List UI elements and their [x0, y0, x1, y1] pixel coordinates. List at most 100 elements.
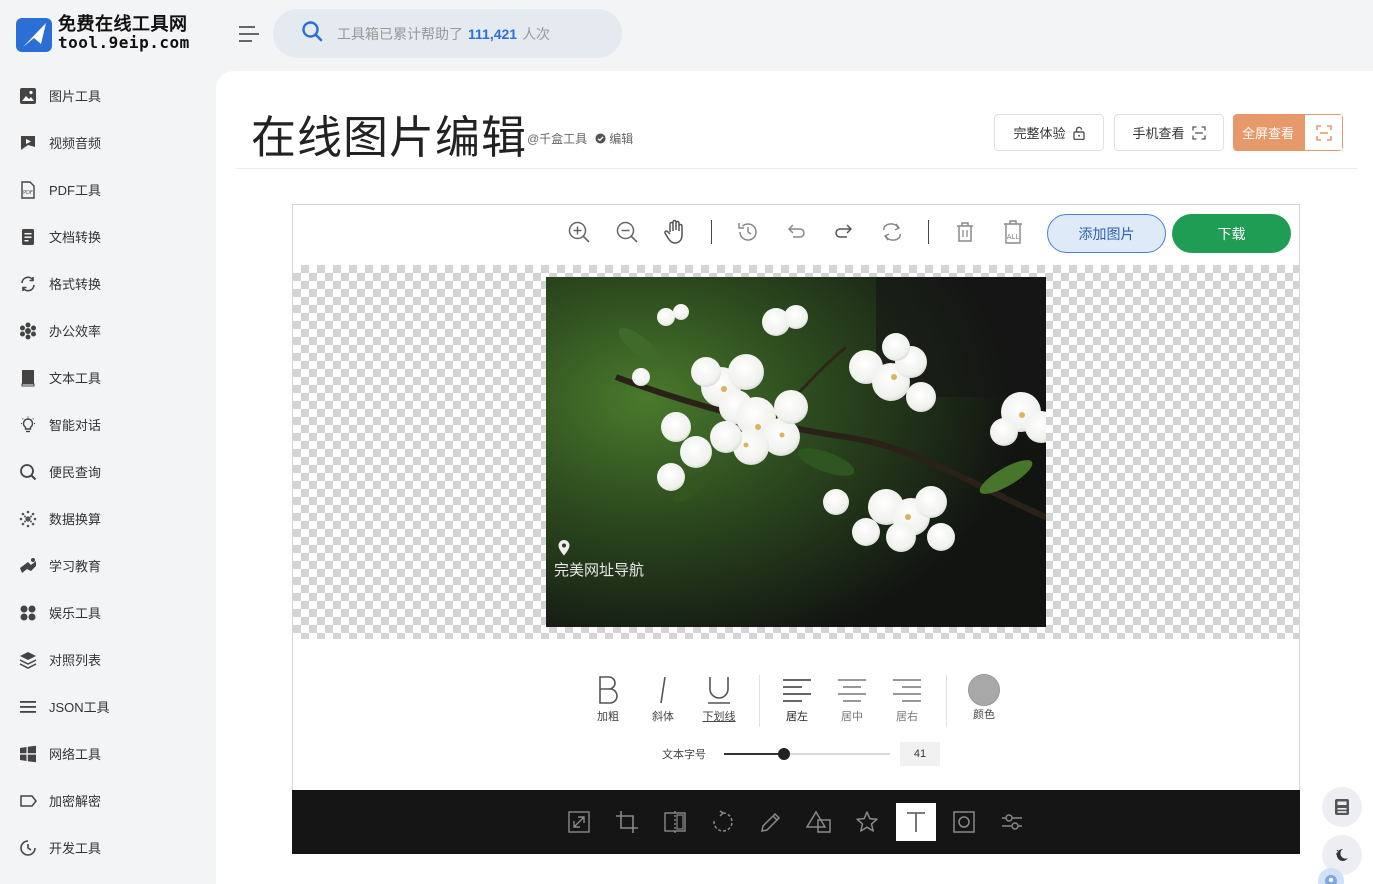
editor-toolbar: ALL 添加图片 下载 [293, 205, 1299, 265]
sidebar-item[interactable]: 格式转换 [0, 260, 216, 307]
logo-mark-icon [14, 14, 54, 54]
sidebar-item[interactable]: 娱乐工具 [0, 589, 216, 636]
italic-icon [643, 675, 683, 705]
search-bar[interactable]: 工具箱已累计帮助了 111,421 人次 [273, 9, 622, 58]
delete-all-icon[interactable]: ALL [999, 218, 1027, 246]
sidebar-item-label: 便民查询 [49, 465, 102, 480]
sidebar-item[interactable]: 数据换算 [0, 495, 216, 542]
underline-label: 下划线 [702, 711, 736, 723]
star-icon[interactable] [847, 803, 887, 841]
scan-icon [1191, 125, 1206, 140]
sidebar-item[interactable]: JSON工具 [0, 683, 216, 730]
fullscreen-button[interactable]: 全屏查看 [1233, 114, 1343, 151]
logo-url: tool.9eip.com [58, 33, 190, 53]
align-left-button[interactable]: 居左 [777, 675, 817, 724]
toolbar-separator [928, 220, 929, 244]
site-logo[interactable]: 免费在线工具网 tool.9eip.com [14, 12, 204, 56]
font-size-label: 文本字号 [662, 749, 706, 761]
delete-icon[interactable] [951, 218, 979, 246]
rotate-icon[interactable] [703, 803, 743, 841]
sidebar-item[interactable]: 文本工具 [0, 354, 216, 401]
full-experience-button[interactable]: 完整体验 [994, 114, 1104, 151]
resize-icon[interactable] [559, 803, 599, 841]
svg-text:ALL: ALL [1007, 233, 1020, 241]
undo-icon[interactable] [782, 218, 810, 246]
draw-icon[interactable] [751, 803, 791, 841]
sidebar-item-label: 学习教育 [49, 559, 102, 574]
italic-button[interactable]: 斜体 [643, 675, 683, 724]
sidebar-item[interactable]: 文档转换 [0, 213, 216, 260]
education-icon [18, 556, 38, 576]
history-icon[interactable] [734, 218, 762, 246]
calculator-icon[interactable] [1322, 787, 1362, 827]
sidebar-item[interactable]: 办公效率 [0, 307, 216, 354]
sidebar-item[interactable]: 加密解密 [0, 777, 216, 824]
list-icon [18, 697, 38, 717]
edit-link[interactable]: 编辑 [595, 130, 633, 147]
bulb-icon [18, 415, 38, 435]
sidebar-item[interactable]: 学习教育 [0, 542, 216, 589]
text-tools-separator [759, 675, 760, 727]
reset-icon[interactable] [878, 218, 906, 246]
edit-label: 编辑 [609, 132, 634, 146]
sidebar-item-label: 文档转换 [49, 230, 102, 245]
mobile-view-button[interactable]: 手机查看 [1114, 114, 1224, 151]
header-divider [236, 168, 1357, 169]
sidebar-item-label: 加密解密 [49, 794, 102, 809]
underline-button[interactable]: 下划线 [699, 675, 739, 724]
data-icon [18, 509, 38, 529]
sidebar-item[interactable]: 便民查询 [0, 448, 216, 495]
add-image-button[interactable]: 添加图片 [1047, 214, 1166, 253]
unlock-icon [1072, 126, 1085, 140]
font-size-value[interactable]: 41 [900, 742, 940, 766]
sidebar-item-label: 对照列表 [49, 653, 102, 668]
image-icon [18, 86, 38, 106]
editor-canvas[interactable]: 完美网址导航 [293, 265, 1299, 639]
mask-icon[interactable] [944, 803, 984, 841]
convert-icon [18, 274, 38, 294]
lock-tag-icon [18, 791, 38, 811]
mobile-view-label: 手机查看 [1132, 126, 1185, 141]
sidebar-item-label: 网络工具 [49, 747, 102, 762]
zoom-in-icon[interactable] [565, 218, 593, 246]
redo-icon[interactable] [830, 218, 858, 246]
location-pin-icon [546, 539, 644, 557]
sidebar-item[interactable]: 对照列表 [0, 636, 216, 683]
italic-label: 斜体 [652, 711, 674, 723]
sidebar-item[interactable]: 图片工具 [0, 72, 216, 119]
search-prefix: 工具箱已累计帮助了 [337, 25, 463, 42]
sidebar-item[interactable]: 开发工具 [0, 824, 216, 871]
crop-icon[interactable] [607, 803, 647, 841]
sidebar-item[interactable]: PDF PDF工具 [0, 166, 216, 213]
toolbar-separator [711, 220, 712, 244]
download-button[interactable]: 下载 [1172, 214, 1291, 253]
author-link[interactable]: @千盒工具 [527, 130, 587, 147]
sidebar-item[interactable]: 视频音频 [0, 119, 216, 166]
menu-toggle-icon[interactable] [237, 24, 261, 44]
sidebar-item-label: 文本工具 [49, 371, 102, 386]
align-center-label: 居中 [841, 711, 863, 723]
sidebar-item-label: PDF工具 [49, 183, 102, 198]
color-picker-button[interactable]: 颜色 [964, 674, 1004, 722]
filter-icon[interactable] [992, 803, 1032, 841]
sidebar-item[interactable]: 智能对话 [0, 401, 216, 448]
flip-icon[interactable] [655, 803, 695, 841]
sidebar-item[interactable]: 网络工具 [0, 730, 216, 777]
text-icon[interactable] [896, 803, 936, 841]
hand-icon[interactable] [661, 218, 689, 246]
slider-handle[interactable] [777, 748, 790, 760]
bold-button[interactable]: 加粗 [588, 675, 628, 724]
align-center-button[interactable]: 居中 [832, 675, 872, 724]
align-right-button[interactable]: 居右 [887, 675, 927, 724]
search-placeholder: 工具箱已累计帮助了 111,421 人次 [337, 24, 550, 44]
watermark-text: 完美网址导航 [554, 562, 645, 579]
edited-photo[interactable]: 完美网址导航 [546, 277, 1046, 627]
usage-count: 111,421 [468, 25, 518, 42]
image-editor: ALL 添加图片 下载 完美网址导航 加粗 斜体 下划线 居左 居中 居右 颜色… [292, 204, 1300, 854]
shape-icon[interactable] [799, 803, 839, 841]
zoom-out-icon[interactable] [613, 218, 641, 246]
svg-text:PDF: PDF [23, 190, 33, 196]
font-size-slider[interactable] [724, 746, 890, 762]
full-experience-label: 完整体验 [1013, 126, 1066, 141]
bold-label: 加粗 [597, 711, 619, 723]
